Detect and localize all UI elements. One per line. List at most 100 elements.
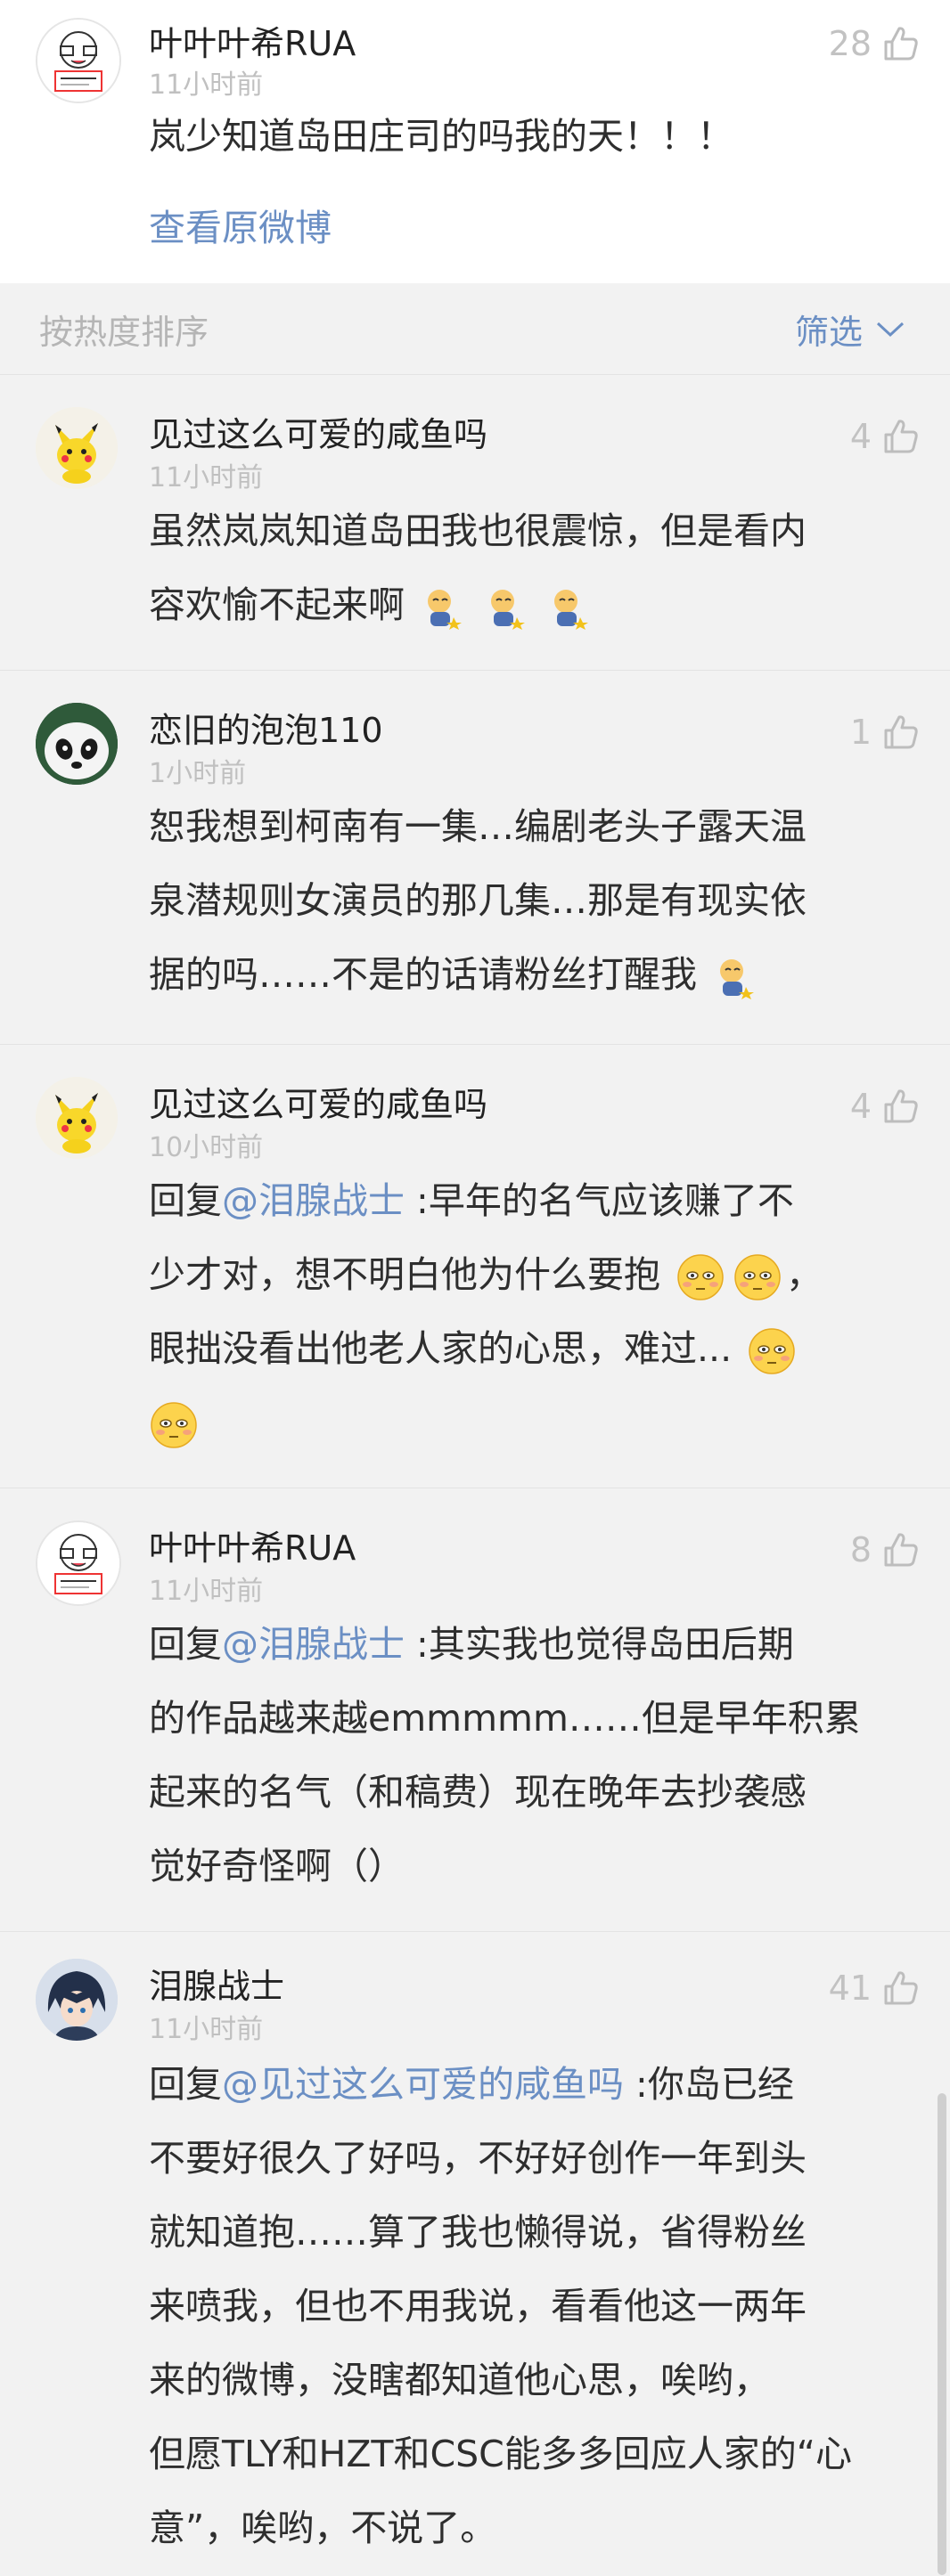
comment-text-fragment: ， xyxy=(786,1253,823,1296)
avatar[interactable] xyxy=(36,1520,121,1606)
comment-text-fragment: :其实我也觉得岛田后期 xyxy=(405,1623,794,1666)
comment-text: 回复@见过这么可爱的咸鱼吗 :你岛已经 不要好很久了好吗，不好好创作一年到头 就… xyxy=(149,2048,915,2565)
chevron-down-icon xyxy=(876,322,905,337)
comment-text-line xyxy=(149,1386,915,1460)
reply-prefix: 回复 xyxy=(149,1179,222,1222)
comment-item: 见过这么可爱的咸鱼吗 11小时前 4 虽然岚岚知道岛田我也很震惊，但是看内 容欢… xyxy=(0,374,950,671)
thumbs-up-icon xyxy=(884,420,918,453)
reply-prefix: 回复 xyxy=(149,1623,222,1666)
like-count: 1 xyxy=(849,713,872,752)
username[interactable]: 叶叶叶希RUA xyxy=(149,16,356,65)
avatar[interactable] xyxy=(36,18,121,103)
comment-text-line: 不要好很久了好吗，不好好创作一年到头 xyxy=(149,2137,807,2180)
like-count: 41 xyxy=(828,1969,872,2008)
comment-text-line: 据的吗……不是的话请粉丝打醒我 xyxy=(149,938,915,1012)
comment-text-line: 觉好奇怪啊（） xyxy=(149,1845,405,1887)
username[interactable]: 恋旧的泡泡110 xyxy=(149,703,383,752)
thumbs-up-icon xyxy=(884,1089,918,1123)
like-count: 4 xyxy=(849,417,872,456)
like-button[interactable]: 8 xyxy=(850,1528,920,1572)
comment-text-line: 容欢愉不起来啊 xyxy=(149,568,915,642)
flushed-emoji-icon xyxy=(677,1254,724,1300)
sneaky-emoji-icon xyxy=(491,590,526,630)
comment-text-line: 回复@见过这么可爱的咸鱼吗 :你岛已经 xyxy=(149,2048,915,2122)
comment-text: 回复@泪腺战士 :早年的名气应该赚了不 少才对，想不明白他为什么要抱 ， 眼拙没… xyxy=(149,1164,915,1460)
comment-text-fragment: 眼拙没看出他老人家的心思，难过... xyxy=(149,1327,733,1370)
sneaky-emoji-icon xyxy=(554,590,589,630)
top-comment-card: 叶叶叶希RUA 11小时前 28 岚少知道岛田庄司的吗我的天！！！ 查看原微博 xyxy=(0,0,950,283)
timestamp: 11小时前 xyxy=(149,462,264,493)
timestamp: 11小时前 xyxy=(149,69,264,101)
comment-text-line: 就知道抱……算了我也懒得说，省得粉丝 xyxy=(149,2211,807,2254)
comment-text: 恕我想到柯南有一集…编剧老头子露天温 泉潜规则女演员的那几集…那是有现实依 据的… xyxy=(149,790,915,1012)
sneaky-emoji-icon xyxy=(720,959,755,999)
thumbs-up-icon xyxy=(884,1971,918,2005)
comment-item: 泪腺战士 11小时前 41 回复@见过这么可爱的咸鱼吗 :你岛已经 不要好很久了… xyxy=(0,1931,950,2576)
comment-text-fragment: :早年的名气应该赚了不 xyxy=(405,1179,794,1222)
comment-text-line: 的作品越来越emmmmm……但是早年积累 xyxy=(149,1697,861,1740)
pikachu-avatar-image xyxy=(36,407,118,489)
username[interactable]: 泪腺战士 xyxy=(149,1959,284,2008)
flushed-emoji-icon xyxy=(151,1402,197,1448)
avatar-image xyxy=(37,20,119,102)
like-button[interactable]: 1 xyxy=(850,710,920,754)
like-button[interactable]: 41 xyxy=(829,1966,920,2010)
mention-link[interactable]: @见过这么可爱的咸鱼吗 xyxy=(222,2063,624,2106)
thumbs-up-icon xyxy=(884,27,918,61)
filter-button[interactable]: 筛选 xyxy=(795,305,905,354)
comment-text-line: 虽然岚岚知道岛田我也很震惊，但是看内 xyxy=(149,509,807,552)
comment-text-fragment: 少才对，想不明白他为什么要抱 xyxy=(149,1253,660,1296)
avatar-image xyxy=(37,1522,119,1604)
avatar[interactable] xyxy=(36,703,118,785)
comment-text-line: 眼拙没看出他老人家的心思，难过... xyxy=(149,1312,915,1386)
comment-item: 叶叶叶希RUA 11小时前 8 回复@泪腺战士 :其实我也觉得岛田后期 的作品越… xyxy=(0,1488,950,1932)
timestamp: 11小时前 xyxy=(149,2014,264,2045)
comment-item: 见过这么可爱的咸鱼吗 10小时前 4 回复@泪腺战士 :早年的名气应该赚了不 少… xyxy=(0,1044,950,1488)
thumbs-up-icon xyxy=(884,715,918,749)
timestamp: 11小时前 xyxy=(149,1576,264,1607)
comment-text-line: 意”，唉哟，不说了。 xyxy=(149,2507,497,2549)
mention-link[interactable]: @泪腺战士 xyxy=(222,1179,405,1222)
flushed-emoji-icon xyxy=(749,1328,795,1374)
sneaky-emoji-icon xyxy=(428,590,463,630)
sort-by-popularity[interactable]: 按热度排序 xyxy=(39,305,209,354)
comment-text-line: 回复@泪腺战士 :早年的名气应该赚了不 xyxy=(149,1164,915,1238)
username[interactable]: 见过这么可爱的咸鱼吗 xyxy=(149,1077,487,1126)
username[interactable]: 见过这么可爱的咸鱼吗 xyxy=(149,407,487,456)
comment-text: 虽然岚岚知道岛田我也很震惊，但是看内 容欢愉不起来啊 xyxy=(149,494,915,642)
comment-text-line: 恕我想到柯南有一集…编剧老头子露天温 xyxy=(149,805,807,848)
sort-bar: 按热度排序 筛选 xyxy=(0,283,950,375)
thumbs-up-icon xyxy=(884,1533,918,1567)
comment-text-fragment: 容欢愉不起来啊 xyxy=(149,583,405,626)
like-count: 4 xyxy=(849,1087,872,1126)
comment-text-line: 少才对，想不明白他为什么要抱 ， xyxy=(149,1238,915,1312)
filter-label: 筛选 xyxy=(794,313,863,352)
anime-character-avatar-image xyxy=(36,1959,118,2041)
timestamp: 1小时前 xyxy=(149,758,247,789)
comment-text-line: 回复@泪腺战士 :其实我也觉得岛田后期 xyxy=(149,1608,915,1682)
view-original-link[interactable]: 查看原微博 xyxy=(149,198,332,251)
avatar[interactable] xyxy=(36,1077,118,1159)
like-count: 8 xyxy=(849,1530,872,1569)
comment-text: 岚少知道岛田庄司的吗我的天！！！ xyxy=(149,115,733,158)
comment-text-line: 来喷我，但也不用我说，看看他这一两年 xyxy=(149,2285,807,2327)
comment-text: 回复@泪腺战士 :其实我也觉得岛田后期 的作品越来越emmmmm……但是早年积累… xyxy=(149,1608,915,1903)
comment-text-line: 泉潜规则女演员的那几集…那是有现实依 xyxy=(149,879,807,922)
avatar[interactable] xyxy=(36,407,118,489)
like-count: 28 xyxy=(828,24,872,63)
mention-link[interactable]: @泪腺战士 xyxy=(222,1623,405,1666)
like-button[interactable]: 4 xyxy=(850,1084,920,1129)
username[interactable]: 叶叶叶希RUA xyxy=(149,1520,356,1569)
comment-text-line: 来的微博，没瞎都知道他心思，唉哟， xyxy=(149,2359,770,2401)
timestamp: 10小时前 xyxy=(149,1132,264,1163)
scrollbar[interactable] xyxy=(938,2093,946,2575)
panda-avatar-image xyxy=(36,703,118,785)
flushed-emoji-icon xyxy=(734,1254,781,1300)
pikachu-avatar-image xyxy=(36,1077,118,1159)
comment-text-fragment: :你岛已经 xyxy=(624,2063,794,2106)
like-button[interactable]: 28 xyxy=(829,21,920,66)
avatar[interactable] xyxy=(36,1959,118,2041)
comment-text-line: 起来的名气（和稿费）现在晚年去抄袭感 xyxy=(149,1771,807,1814)
like-button[interactable]: 4 xyxy=(850,414,920,459)
comment-text-fragment: 据的吗……不是的话请粉丝打醒我 xyxy=(149,953,697,996)
